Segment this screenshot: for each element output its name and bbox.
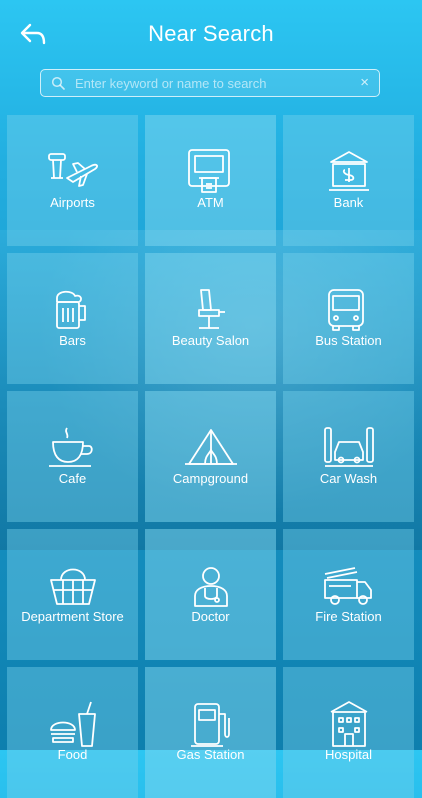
category-tile-gas-station[interactable]: Gas Station bbox=[145, 667, 276, 798]
search-icon bbox=[51, 76, 65, 90]
category-tile-department-store[interactable]: Department Store bbox=[7, 529, 138, 660]
category-tile-beauty-salon[interactable]: Beauty Salon bbox=[145, 253, 276, 384]
category-tile-car-wash[interactable]: Car Wash bbox=[283, 391, 414, 522]
category-label: Bank bbox=[333, 195, 364, 210]
category-tile-doctor[interactable]: Doctor bbox=[145, 529, 276, 660]
category-label: Doctor bbox=[191, 609, 230, 624]
header: Near Search bbox=[0, 0, 422, 68]
fire-truck-icon bbox=[324, 567, 372, 605]
search-input[interactable] bbox=[73, 70, 347, 97]
atm-icon bbox=[188, 149, 230, 193]
clear-search-button[interactable]: × bbox=[360, 74, 369, 92]
category-tile-fire-station[interactable]: Fire Station bbox=[283, 529, 414, 660]
category-tile-food[interactable]: Food bbox=[7, 667, 138, 798]
tent-icon bbox=[185, 429, 237, 465]
search-bar[interactable]: × bbox=[40, 69, 380, 97]
category-label: Bus Station bbox=[315, 333, 382, 348]
category-tile-campground[interactable]: Campground bbox=[145, 391, 276, 522]
category-tile-bus-station[interactable]: Bus Station bbox=[283, 253, 414, 384]
category-label: Hospital bbox=[325, 747, 372, 762]
category-label: Beauty Salon bbox=[171, 333, 250, 348]
bus-icon bbox=[328, 289, 364, 331]
page-title: Near Search bbox=[148, 21, 274, 46]
beer-mug-icon bbox=[56, 290, 86, 329]
salon-chair-icon bbox=[198, 289, 225, 329]
category-label: Gas Station bbox=[176, 747, 245, 762]
category-tile-cafe[interactable]: Cafe bbox=[7, 391, 138, 522]
fast-food-icon bbox=[50, 701, 96, 747]
bank-icon bbox=[329, 151, 369, 191]
category-label: Airports bbox=[50, 195, 95, 210]
category-tile-atm[interactable]: ATM bbox=[145, 115, 276, 246]
category-label: Cafe bbox=[58, 471, 87, 486]
coffee-cup-icon bbox=[49, 427, 93, 467]
category-label: Department Store bbox=[21, 609, 124, 624]
category-label: Food bbox=[57, 747, 88, 762]
category-grid: Airports ATM Bank Bars Beauty Salon Bus … bbox=[7, 115, 415, 798]
category-tile-bank[interactable]: Bank bbox=[283, 115, 414, 246]
category-label: Car Wash bbox=[319, 471, 378, 486]
gas-pump-icon bbox=[191, 703, 230, 747]
category-tile-airports[interactable]: Airports bbox=[7, 115, 138, 246]
category-label: Bars bbox=[59, 333, 86, 348]
category-label: Fire Station bbox=[315, 609, 382, 624]
hospital-building-icon bbox=[330, 701, 368, 747]
category-label: ATM bbox=[197, 195, 224, 210]
doctor-icon bbox=[194, 567, 228, 607]
category-label: Campground bbox=[172, 471, 249, 486]
car-wash-icon bbox=[324, 427, 374, 467]
category-tile-bars[interactable]: Bars bbox=[7, 253, 138, 384]
airport-icon bbox=[48, 153, 98, 187]
category-tile-hospital[interactable]: Hospital bbox=[283, 667, 414, 798]
shopping-basket-icon bbox=[50, 568, 96, 605]
